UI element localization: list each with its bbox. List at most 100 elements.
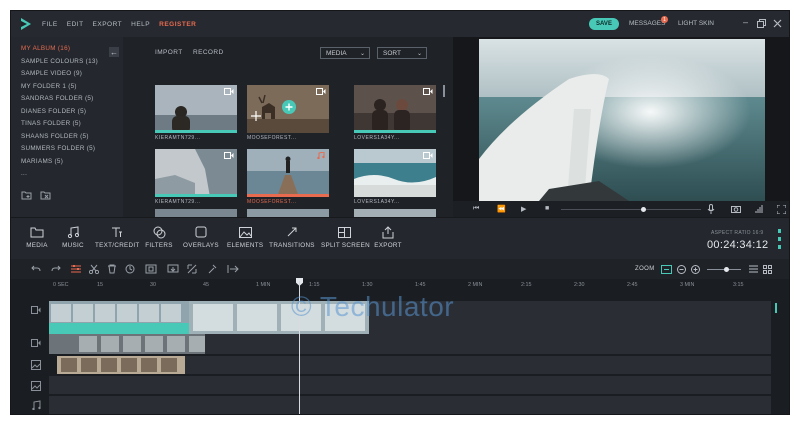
media-thumbnail[interactable]	[155, 209, 237, 217]
tool-label: TRANSITIONS	[269, 242, 315, 249]
video-track-2[interactable]	[205, 334, 771, 354]
image-track-2[interactable]	[49, 376, 771, 394]
color-icon[interactable]	[207, 264, 217, 274]
tool-export[interactable]: EXPORT	[373, 224, 403, 249]
zoom-slider[interactable]	[707, 267, 741, 272]
folder-item[interactable]: DIANES FOLDER (5)	[11, 108, 123, 121]
collapse-panel-button[interactable]: ←	[109, 47, 119, 57]
zoom-slider-knob[interactable]	[724, 267, 729, 272]
folder-item[interactable]: SAMPLE COLOURS (13)	[11, 58, 123, 71]
folder-item[interactable]: SHAANS FOLDER (5)	[11, 133, 123, 146]
rotate-icon[interactable]	[187, 264, 197, 274]
preview-video[interactable]	[479, 39, 765, 201]
ruler-tick-label: 2 MIN	[468, 282, 483, 288]
microphone-icon[interactable]	[707, 204, 715, 214]
media-thumbnail[interactable]	[247, 149, 329, 197]
delete-folder-icon[interactable]	[40, 190, 51, 200]
cut-icon[interactable]	[89, 264, 99, 274]
crop-icon[interactable]	[145, 264, 157, 274]
tool-overlays[interactable]: OVERLAYS	[183, 224, 219, 249]
thumbnail-image	[247, 209, 329, 217]
messages-link[interactable]: MESSAGES	[629, 20, 665, 27]
record-tab[interactable]: RECORD	[193, 49, 224, 56]
elements-icon	[238, 226, 252, 238]
library-scrollbar[interactable]	[443, 85, 445, 97]
timeline-scroll-handle[interactable]	[775, 303, 777, 313]
import-tab[interactable]: IMPORT	[155, 49, 183, 56]
tool-media[interactable]: MEDIA	[23, 224, 51, 249]
overlays-icon	[195, 226, 207, 238]
tool-transitions[interactable]: TRANSITIONS	[269, 224, 315, 249]
timeline-clip[interactable]	[57, 356, 185, 374]
tool-elements[interactable]: ELEMENTS	[227, 224, 263, 249]
maximize-icon[interactable]	[757, 19, 766, 28]
add-folder-icon[interactable]	[21, 190, 32, 200]
media-filter-select[interactable]: MEDIA ⌄	[320, 47, 370, 59]
folder-item[interactable]: SAMPLE VIDEO (9)	[11, 70, 123, 83]
fit-timeline-icon[interactable]	[661, 265, 672, 274]
preview-progress-bar[interactable]	[561, 207, 701, 212]
grid-view-icon[interactable]	[763, 265, 772, 274]
light-skin-toggle[interactable]: LIGHT SKIN	[678, 20, 714, 27]
media-thumbnail[interactable]	[247, 209, 329, 217]
folder-item[interactable]: MY ALBUM (16)	[11, 45, 123, 58]
snapshot-timeline-icon[interactable]	[167, 264, 179, 274]
folder-more[interactable]: ...	[11, 170, 123, 183]
image-track-1[interactable]	[185, 356, 771, 374]
list-view-icon[interactable]	[749, 265, 758, 273]
play-icon[interactable]: ▶	[521, 205, 526, 213]
folder-item[interactable]: MY FOLDER 1 (5)	[11, 83, 123, 96]
tool-filters[interactable]: FILTERS	[145, 224, 173, 249]
media-thumbnail[interactable]	[155, 85, 237, 133]
speed-icon[interactable]	[125, 264, 135, 274]
fullscreen-icon[interactable]	[777, 205, 786, 214]
tool-split-screen[interactable]: SPLIT SCREEN	[321, 224, 370, 249]
close-icon[interactable]	[773, 19, 782, 28]
adjust-icon[interactable]	[71, 264, 81, 274]
video-icon	[423, 88, 433, 95]
timeline-clip[interactable]	[49, 301, 189, 334]
redo-icon[interactable]	[51, 264, 61, 274]
sort-select[interactable]: SORT ⌄	[377, 47, 427, 59]
panel-grip-icon[interactable]	[778, 229, 781, 249]
menu-file[interactable]: FILE	[42, 21, 58, 28]
skip-back-icon[interactable]: ⏮	[473, 205, 479, 213]
menu-help[interactable]: HELP	[131, 21, 150, 28]
add-to-timeline-icon[interactable]	[282, 100, 296, 114]
snapshot-icon[interactable]	[731, 205, 741, 213]
media-thumbnail[interactable]	[155, 149, 237, 197]
volume-level-icon[interactable]	[755, 205, 764, 213]
progress-knob[interactable]	[641, 207, 646, 212]
image-track-icon	[31, 381, 41, 391]
folder-item[interactable]: TINAS FOLDER (5)	[11, 120, 123, 133]
stop-icon[interactable]: ■	[545, 205, 549, 212]
video-icon	[423, 152, 433, 159]
audio-track-1[interactable]	[49, 396, 771, 414]
zoom-out-icon[interactable]	[677, 265, 686, 274]
media-thumbnail[interactable]	[354, 85, 436, 133]
detach-audio-icon[interactable]	[227, 264, 239, 274]
folder-item[interactable]: SANDRAS FOLDER (5)	[11, 95, 123, 108]
media-thumbnail[interactable]	[247, 85, 329, 133]
timeline-panel: ZOOM 0 SEC 15 30 45 1 MIN 1:15 1:30 1:45…	[11, 259, 789, 414]
menu-edit[interactable]: EDIT	[67, 21, 84, 28]
video-icon	[224, 152, 234, 159]
media-thumbnail[interactable]	[354, 149, 436, 197]
save-button[interactable]: SAVE	[589, 18, 619, 30]
delete-icon[interactable]	[107, 264, 117, 274]
tool-label: EXPORT	[374, 242, 402, 249]
media-thumbnail[interactable]	[354, 209, 436, 217]
folder-item[interactable]: MARIAMS (5)	[11, 158, 123, 171]
menu-export[interactable]: EXPORT	[93, 21, 123, 28]
zoom-in-icon[interactable]	[691, 265, 700, 274]
minimize-icon[interactable]: –	[743, 17, 748, 27]
undo-icon[interactable]	[31, 264, 41, 274]
sort-select-value: SORT	[383, 49, 401, 57]
menu-register[interactable]: REGISTER	[159, 21, 196, 28]
folder-item[interactable]: SUMMERS FOLDER (5)	[11, 145, 123, 158]
timeline-clip[interactable]	[49, 334, 205, 354]
clip-filmstrip	[49, 334, 205, 354]
step-back-icon[interactable]: ⏪	[497, 205, 506, 213]
tool-text-credit[interactable]: TEXT/CREDIT	[95, 224, 139, 249]
tool-music[interactable]: MUSIC	[59, 224, 87, 249]
